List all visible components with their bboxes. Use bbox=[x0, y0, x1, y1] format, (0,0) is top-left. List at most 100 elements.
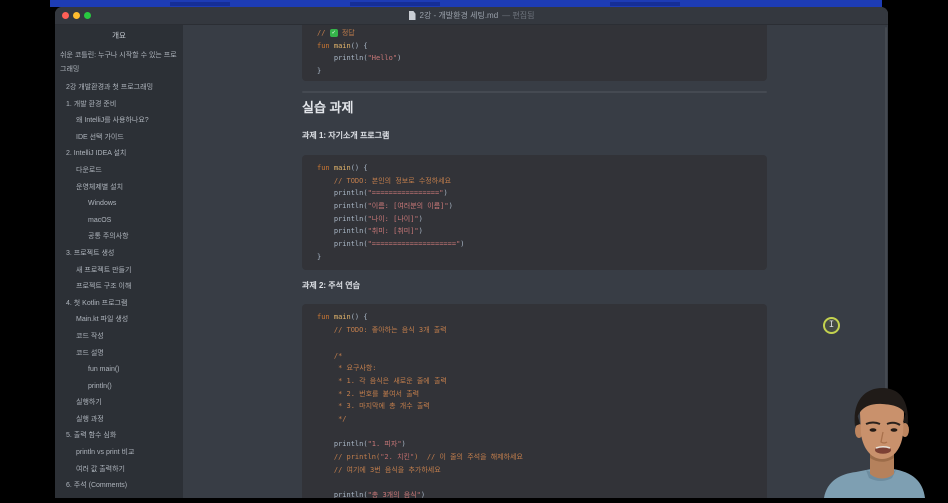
code-line: // ✓ 정답 bbox=[317, 27, 755, 40]
sidebar-item[interactable]: 왜 IntelliJ를 사용하나요? bbox=[55, 113, 183, 130]
code-token: // 여기에 3번 음식을 추가하세요 bbox=[317, 466, 441, 474]
sidebar-item[interactable]: println() bbox=[55, 379, 183, 396]
code-line: } bbox=[317, 65, 755, 78]
code-token: () { bbox=[351, 164, 368, 172]
task2-heading[interactable]: 과제 2: 주석 연습 bbox=[302, 280, 767, 292]
menubar-artifact bbox=[610, 2, 680, 6]
screen: { "menubar": { "color": "#1d3cb5" }, "ti… bbox=[0, 0, 948, 498]
section-heading[interactable]: 실습 과제 bbox=[302, 99, 767, 116]
code-token: } bbox=[317, 67, 321, 75]
code-token: println( bbox=[317, 215, 368, 223]
sidebar-item[interactable]: 1. 개발 환경 준비 bbox=[55, 97, 183, 114]
code-line: println("================") bbox=[317, 187, 755, 200]
code-line: fun main() { bbox=[317, 162, 755, 175]
presenter-avatar bbox=[796, 386, 948, 498]
code-token: "나이: [나이]" bbox=[368, 215, 419, 223]
code-token: fun bbox=[317, 164, 334, 172]
sidebar-item[interactable]: IDE 선택 가이드 bbox=[55, 130, 183, 147]
code-line: println("총 3개의 음식") bbox=[317, 489, 755, 498]
sidebar-item[interactable]: fun main() bbox=[55, 362, 183, 379]
cursor-highlight: I bbox=[823, 317, 840, 334]
code-token: main bbox=[334, 313, 351, 321]
window-titlebar[interactable]: 2강 - 개발환경 세팅.md — 편집됨 bbox=[55, 7, 888, 25]
code-line: println("====================") bbox=[317, 238, 755, 251]
code-token: // TODO: 좋아하는 음식 3개 출력 bbox=[317, 326, 447, 334]
code-token: // TODO: 본인의 정보로 수정하세요 bbox=[317, 177, 451, 185]
sidebar-item[interactable]: 3. 프로젝트 생성 bbox=[55, 246, 183, 263]
code-token: ) // 이 줄의 주석을 해제하세요 bbox=[414, 453, 523, 461]
code-token: ) bbox=[460, 240, 464, 248]
outline-sidebar: 개요 쉬운 코틀린: 누구나 시작할 수 있는 프로그래밍2강 개발환경과 첫 … bbox=[55, 25, 183, 498]
code-line: // 여기에 3번 음식을 추가하세요 bbox=[317, 464, 755, 477]
code-line bbox=[317, 337, 755, 350]
code-token: "====================" bbox=[368, 240, 461, 248]
code-token: /* bbox=[317, 352, 342, 360]
code-token: ) bbox=[421, 491, 425, 498]
traffic-lights bbox=[62, 7, 91, 24]
sidebar-item[interactable]: 운영체제별 설치 bbox=[55, 180, 183, 197]
code-line: // TODO: 좋아하는 음식 3개 출력 bbox=[317, 324, 755, 337]
minimize-button[interactable] bbox=[73, 12, 80, 19]
sidebar-item[interactable]: 코드 작성 bbox=[55, 329, 183, 346]
code-token: * 3. 마지막에 총 개수 출력 bbox=[317, 402, 430, 410]
task1-heading[interactable]: 과제 1: 자기소개 프로그램 bbox=[302, 130, 767, 142]
code-token: "================" bbox=[368, 189, 444, 197]
code-line: println("취미: [취미]") bbox=[317, 225, 755, 238]
menubar-artifact bbox=[350, 2, 440, 6]
sidebar-item[interactable]: 6. 주석 (Comments) bbox=[55, 478, 183, 495]
code-token: ) bbox=[419, 227, 423, 235]
sidebar-item[interactable]: 5. 출력 함수 심화 bbox=[55, 428, 183, 445]
code-token: () { bbox=[351, 42, 368, 50]
check-icon: ✓ bbox=[330, 29, 338, 37]
code-token: ) bbox=[419, 215, 423, 223]
code-block-task1[interactable]: fun main() { // TODO: 본인의 정보로 수정하세요 prin… bbox=[302, 155, 767, 271]
webcam-overlay bbox=[796, 386, 948, 498]
sidebar-item[interactable]: 실행하기 bbox=[55, 395, 183, 412]
sidebar-item[interactable]: macOS bbox=[55, 213, 183, 230]
sidebar-item[interactable]: 공통 주의사항 bbox=[55, 229, 183, 246]
code-block-task2[interactable]: fun main() { // TODO: 좋아하는 음식 3개 출력 /* *… bbox=[302, 304, 767, 498]
code-token: println( bbox=[317, 202, 368, 210]
code-token: ) bbox=[443, 189, 447, 197]
sidebar-item[interactable]: 새 프로젝트 만들기 bbox=[55, 263, 183, 280]
code-line: * 2. 번호를 붙여서 출력 bbox=[317, 388, 755, 401]
code-line bbox=[317, 477, 755, 490]
sidebar-item[interactable]: 2. IntelliJ IDEA 설치 bbox=[55, 146, 183, 163]
window-title-status: — 편집됨 bbox=[502, 10, 534, 21]
sidebar-item[interactable]: Main.kt 파일 생성 bbox=[55, 312, 183, 329]
sidebar-item[interactable]: 4. 첫 Kotlin 프로그램 bbox=[55, 296, 183, 313]
code-block-answer[interactable]: // ✓ 정답fun main() { println("Hello")} bbox=[302, 25, 767, 81]
code-line: fun main() { bbox=[317, 40, 755, 53]
code-token: fun bbox=[317, 42, 334, 50]
code-line: */ bbox=[317, 413, 755, 426]
outline-list: 쉬운 코틀린: 누구나 시작할 수 있는 프로그래밍 2강 개발환경과 첫 프로그… bbox=[55, 49, 183, 498]
window-title: 2강 - 개발환경 세팅.md — 편집됨 bbox=[409, 10, 535, 21]
sidebar-item[interactable]: 코드 설명 bbox=[55, 346, 183, 363]
sidebar-item[interactable]: 쉬운 코틀린: 누구나 시작할 수 있는 프로그래밍 bbox=[55, 49, 183, 77]
sidebar-item[interactable]: 2강 개발환경과 첫 프로그래밍 bbox=[55, 80, 183, 97]
code-token: "2. 치킨" bbox=[380, 453, 414, 461]
code-token: () { bbox=[351, 313, 368, 321]
text-cursor-icon: I bbox=[829, 321, 834, 330]
sidebar-item[interactable]: Windows bbox=[55, 196, 183, 213]
code-token: * 1. 각 음식은 새로운 줄에 출력 bbox=[317, 377, 447, 385]
sidebar-item[interactable]: 실행 과정 bbox=[55, 412, 183, 429]
code-token: println( bbox=[317, 440, 368, 448]
code-line: println("이름: [여러분의 이름]") bbox=[317, 200, 755, 213]
menu-bar-strip bbox=[50, 0, 882, 7]
sidebar-item[interactable]: 다운로드 bbox=[55, 163, 183, 180]
code-line bbox=[317, 426, 755, 439]
menubar-artifact bbox=[170, 2, 230, 6]
code-token: println( bbox=[317, 54, 368, 62]
sidebar-item[interactable]: 프로젝트 구조 이해 bbox=[55, 279, 183, 296]
code-line: * 3. 마지막에 총 개수 출력 bbox=[317, 400, 755, 413]
editor-content[interactable]: // ✓ 정답fun main() { println("Hello")} 실습… bbox=[183, 25, 888, 498]
close-button[interactable] bbox=[62, 12, 69, 19]
code-token: ) bbox=[402, 440, 406, 448]
code-token: 정답 bbox=[338, 29, 355, 37]
zoom-button[interactable] bbox=[84, 12, 91, 19]
sidebar-item[interactable]: println vs print 비교 bbox=[55, 445, 183, 462]
sidebar-item[interactable]: 여러 값 출력하기 bbox=[55, 462, 183, 479]
code-token: "Hello" bbox=[368, 54, 398, 62]
editor-window: 2강 - 개발환경 세팅.md — 편집됨 개요 쉬운 코틀린: 누구나 시작할… bbox=[55, 7, 888, 498]
